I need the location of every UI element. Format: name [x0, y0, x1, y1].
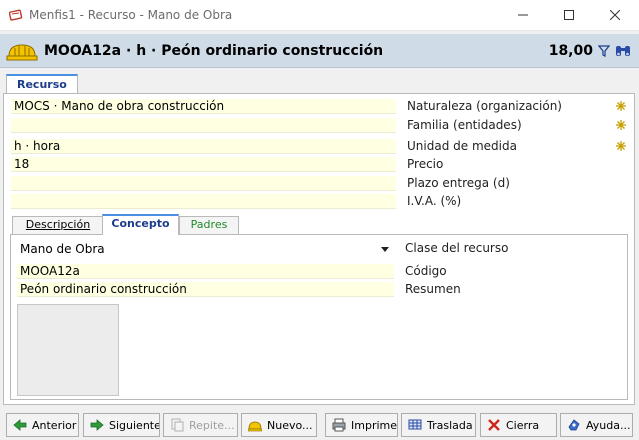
ayuda-label: Ayuda...	[586, 418, 631, 432]
naturaleza-label: Naturaleza (organización)	[407, 99, 562, 113]
resource-price: 18,00	[548, 43, 593, 59]
traslada-button[interactable]: Traslada	[401, 413, 476, 437]
siguiente-label: Siguiente	[109, 418, 160, 432]
familia-field[interactable]	[11, 118, 396, 133]
naturaleza-picker-icon[interactable]	[616, 101, 626, 111]
nuevo-button[interactable]: Nuevo...	[241, 413, 317, 437]
traslada-label: Traslada	[427, 418, 473, 432]
close-window-button[interactable]	[592, 0, 638, 30]
iva-label: I.V.A. (%)	[407, 194, 462, 208]
repite-label: Repite...	[189, 418, 235, 432]
familia-picker-icon[interactable]	[616, 120, 626, 130]
clase-recurso-select[interactable]: Mano de Obra	[17, 241, 394, 257]
precio-field[interactable]: 18	[11, 157, 396, 172]
precio-label: Precio	[407, 157, 444, 171]
plazo-entrega-field[interactable]	[11, 176, 396, 191]
binoculars-icon[interactable]	[615, 44, 631, 58]
tab-descripcion-label: Descripción	[25, 218, 91, 231]
clase-recurso-label: Clase del recurso	[405, 241, 509, 255]
unidad-label: Unidad de medida	[407, 139, 517, 153]
dropdown-arrow-icon	[381, 247, 389, 252]
window-title: Menfis1 - Recurso - Mano de Obra	[29, 8, 233, 22]
filter-icon[interactable]	[598, 45, 610, 57]
ayuda-button[interactable]: Ayuda...	[560, 413, 633, 437]
tab-recurso[interactable]: Recurso	[6, 74, 78, 94]
minimize-button[interactable]	[500, 0, 546, 30]
imprime-label: Imprime	[351, 418, 398, 432]
minimize-icon	[518, 14, 528, 16]
unidad-picker-icon[interactable]	[616, 141, 626, 151]
labor-resource-icon	[6, 44, 38, 61]
title-bar: Menfis1 - Recurso - Mano de Obra	[0, 0, 639, 31]
resource-title: MOOA12a · h · Peón ordinario construcció…	[44, 43, 384, 59]
resource-image-box[interactable]	[17, 304, 119, 396]
codigo-label: Código	[405, 264, 447, 278]
cierra-button[interactable]: Cierra	[480, 413, 557, 437]
printer-icon	[332, 418, 346, 432]
arrow-right-icon	[90, 419, 104, 431]
clase-recurso-value: Mano de Obra	[20, 242, 105, 256]
unidad-field[interactable]: h · hora	[11, 139, 396, 154]
imprime-button[interactable]: Imprime	[325, 413, 398, 437]
naturaleza-field[interactable]: MOCS · Mano de obra construcción	[11, 99, 396, 114]
nuevo-label: Nuevo...	[267, 418, 313, 432]
close-window-icon	[610, 10, 620, 20]
help-icon	[568, 419, 580, 431]
plazo-entrega-label: Plazo entrega (d)	[407, 176, 510, 190]
maximize-button[interactable]	[546, 0, 592, 30]
repite-button[interactable]: Repite...	[163, 413, 238, 437]
tab-concepto[interactable]: Concepto	[102, 214, 179, 235]
tab-descripcion[interactable]: Descripción	[12, 216, 104, 234]
new-resource-icon	[248, 421, 262, 432]
resource-header: MOOA12a · h · Peón ordinario construcció…	[0, 34, 639, 68]
resumen-field[interactable]: Peón ordinario construcción	[17, 282, 394, 297]
anterior-button[interactable]: Anterior	[6, 413, 79, 437]
transfer-icon	[408, 419, 422, 430]
resumen-label: Resumen	[405, 282, 461, 296]
tab-padres[interactable]: Padres	[179, 216, 239, 234]
maximize-icon	[564, 10, 574, 20]
repeat-icon	[171, 418, 184, 432]
anterior-label: Anterior	[32, 418, 77, 432]
codigo-field[interactable]: MOOA12a	[17, 264, 394, 279]
familia-label: Familia (entidades)	[407, 118, 522, 132]
siguiente-button[interactable]: Siguiente	[83, 413, 160, 437]
close-icon	[488, 419, 500, 431]
app-icon	[9, 9, 23, 21]
cierra-label: Cierra	[506, 418, 540, 432]
iva-field[interactable]	[11, 194, 396, 209]
arrow-left-icon	[13, 419, 27, 431]
